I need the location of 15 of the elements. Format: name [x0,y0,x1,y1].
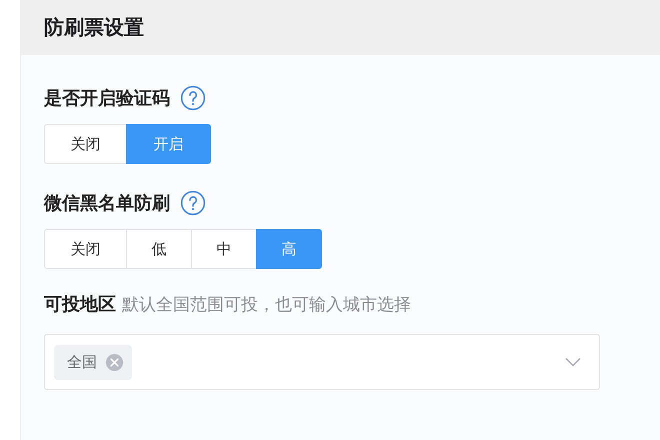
remove-icon[interactable] [105,352,124,372]
setting-label: 是否开启验证码 [44,87,170,110]
segment-option[interactable]: 中 [191,229,257,269]
help-icon[interactable] [180,190,206,216]
region-select[interactable]: 全国 [44,334,600,390]
setting-label: 微信黑名单防刷 [44,192,170,215]
segment-option[interactable]: 关闭 [44,229,127,269]
setting-label: 可投地区 [44,293,116,316]
tag-label: 全国 [67,352,97,372]
help-icon[interactable] [180,85,206,111]
section-title: 防刷票设置 [44,14,144,41]
segment-option[interactable]: 低 [126,229,192,269]
setting-hint: 默认全国范围可投，也可输入城市选择 [122,294,411,316]
segment-option[interactable]: 关闭 [44,124,127,164]
chevron-down-icon[interactable] [565,357,581,367]
